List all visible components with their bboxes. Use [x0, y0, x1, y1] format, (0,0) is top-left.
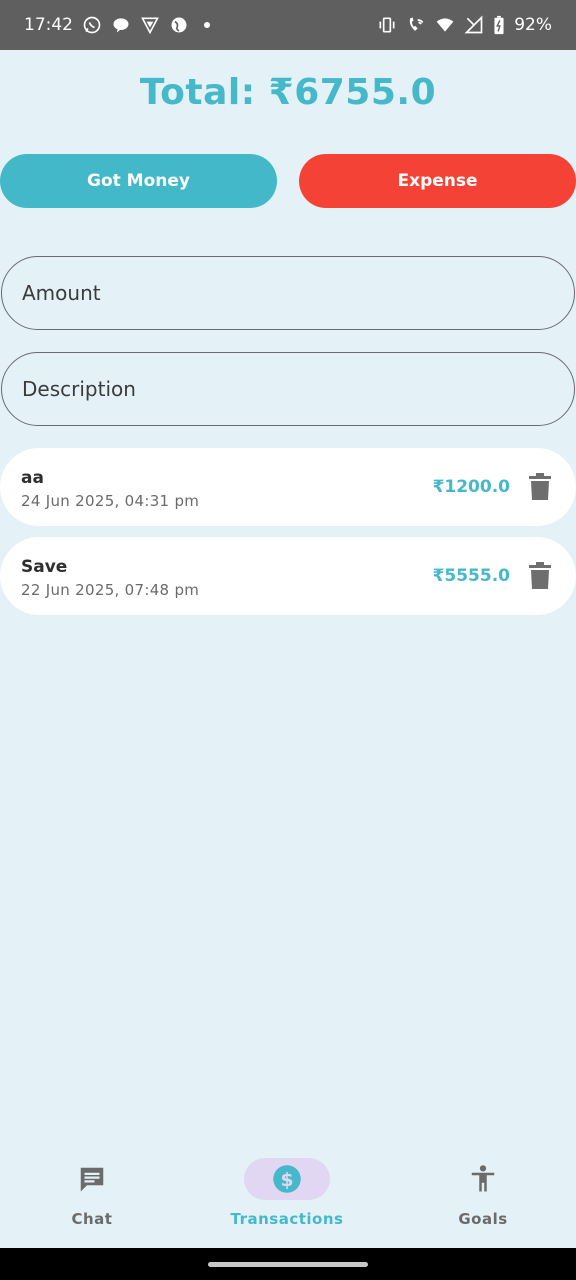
chat-bubble-icon [111, 15, 131, 35]
got-money-button[interactable]: Got Money [0, 154, 277, 208]
notification-dot-icon [204, 22, 210, 28]
status-right: 92% [377, 15, 552, 35]
description-field[interactable]: Description [1, 352, 575, 426]
transaction-amount: ₹1200.0 [432, 477, 510, 497]
transaction-item[interactable]: Save 22 Jun 2025, 07:48 pm ₹5555.0 [0, 537, 576, 615]
nav-item-transactions[interactable]: $ Transactions [212, 1158, 362, 1238]
transaction-amount: ₹5555.0 [432, 566, 510, 586]
svg-text:$: $ [280, 1170, 293, 1191]
wifi-call-icon [406, 15, 426, 35]
wifi-icon [435, 15, 455, 35]
expense-button[interactable]: Expense [299, 154, 576, 208]
vpn-shield-icon [140, 15, 160, 35]
transaction-date: 24 Jun 2025, 04:31 pm [21, 492, 200, 510]
transaction-title: aa [21, 468, 44, 488]
total-balance: Total: ₹6755.0 [139, 72, 437, 113]
transaction-title: Save [21, 557, 68, 577]
gesture-bar [0, 1248, 576, 1280]
bottom-nav: Chat $ Transactions Goals [0, 1140, 576, 1248]
accessibility-icon [440, 1158, 526, 1200]
transaction-date: 22 Jun 2025, 07:48 pm [21, 581, 200, 599]
home-gesture-handle[interactable] [208, 1262, 368, 1267]
amount-field[interactable]: Amount [1, 256, 575, 330]
nav-label-transactions: Transactions [230, 1210, 344, 1228]
transaction-item[interactable]: aa 24 Jun 2025, 04:31 pm ₹1200.0 [0, 448, 576, 526]
battery-icon [493, 15, 505, 35]
nav-item-chat[interactable]: Chat [17, 1158, 167, 1238]
vibrate-icon [377, 15, 397, 35]
delete-icon[interactable] [528, 562, 552, 590]
status-left: 17:42 [24, 15, 210, 35]
battery-percent: 92% [514, 15, 552, 35]
nav-label-goals: Goals [458, 1210, 508, 1228]
dollar-icon: $ [244, 1158, 330, 1200]
description-placeholder: Description [22, 377, 136, 401]
status-bar: 17:42 92% [0, 0, 576, 50]
chat-icon [49, 1158, 135, 1200]
signal-icon [464, 15, 484, 35]
nav-item-goals[interactable]: Goals [408, 1158, 558, 1238]
nav-label-chat: Chat [71, 1210, 113, 1228]
globe-icon [169, 15, 189, 35]
delete-icon[interactable] [528, 473, 552, 501]
whatsapp-icon [82, 15, 102, 35]
status-time: 17:42 [24, 15, 73, 35]
amount-placeholder: Amount [22, 281, 101, 305]
